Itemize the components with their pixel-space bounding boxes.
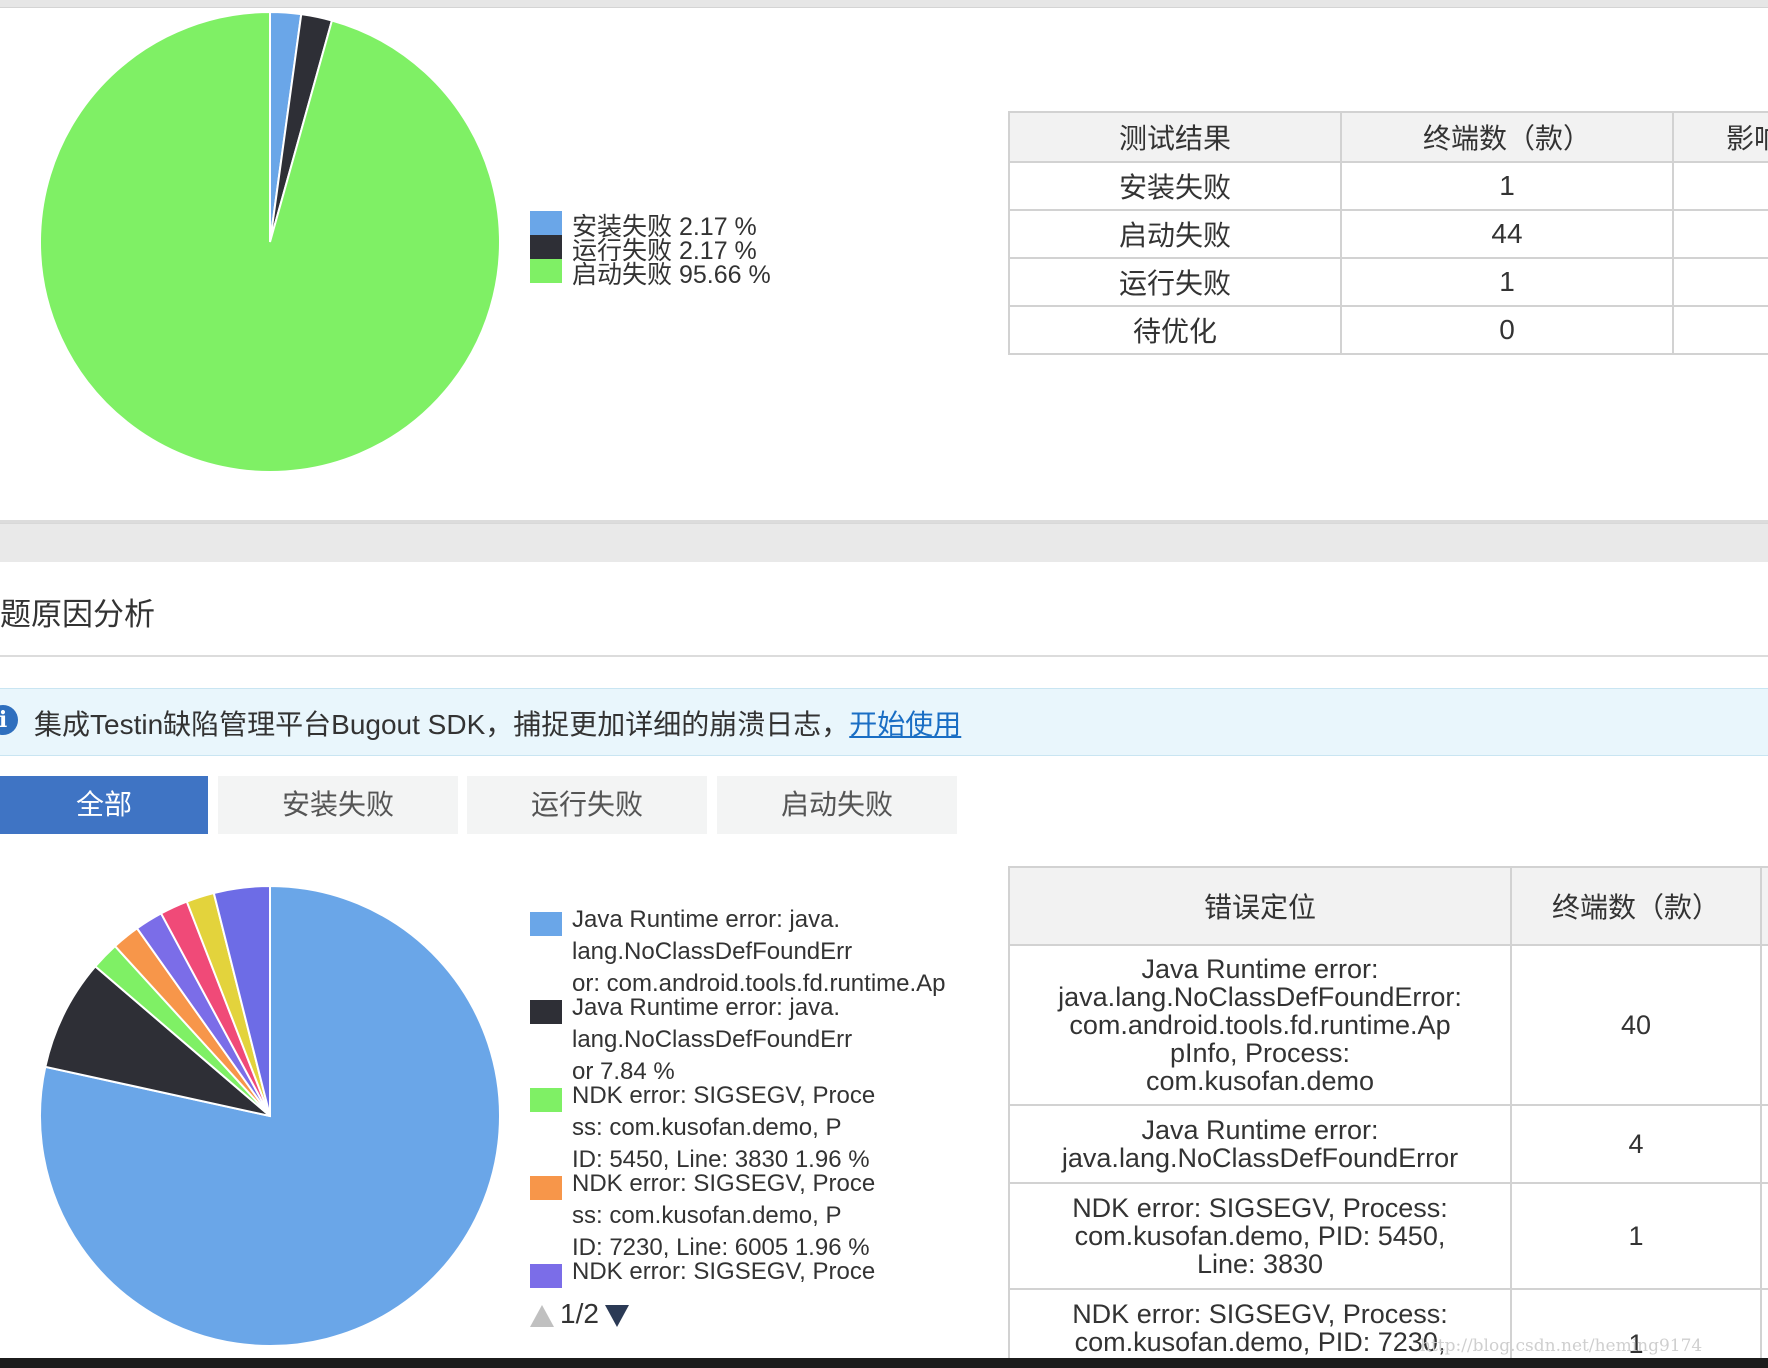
legend-swatch — [530, 1176, 562, 1200]
tab-all[interactable]: 全部 — [0, 776, 208, 834]
notice-bar: i 集成Testin缺陷管理平台Bugout SDK，捕捉更加详细的崩溃日志，开… — [0, 688, 1768, 756]
error-location-cell: Java Runtime error: java.lang.NoClassDefF… — [1008, 944, 1512, 1106]
tab-run-failed[interactable]: 运行失败 — [467, 776, 707, 834]
notice-message: 集成Testin缺陷管理平台Bugout SDK，捕捉更加详细的崩溃日志， — [34, 709, 850, 740]
legend-label-line[interactable]: NDK error: SIGSEGV, Proce — [572, 1080, 980, 1112]
error-count-link[interactable]: 40 — [1510, 944, 1762, 1106]
legend-swatch — [530, 1264, 562, 1288]
header-impact: 影响 — [1672, 111, 1768, 163]
start-using-link[interactable]: 开始使用 — [849, 709, 961, 740]
page-up-icon[interactable] — [530, 1304, 554, 1327]
legend-pager: 1/2 — [530, 1298, 629, 1330]
page-indicator: 1/2 — [560, 1298, 599, 1329]
error-location-line: NDK error: SIGSEGV, Process: — [1072, 1193, 1448, 1223]
error-location-cell: NDK error: SIGSEGV, Process: com.kusofan.… — [1008, 1182, 1512, 1290]
bottom-strip — [0, 1358, 1768, 1368]
error-location-line: pInfo, Process: — [1169, 1038, 1351, 1068]
legend-label-line[interactable]: Java Runtime error: java. — [572, 992, 980, 1024]
extra-cell — [1760, 1104, 1768, 1184]
count-link[interactable]: 0 — [1340, 305, 1674, 355]
result-cell: 运行失败 — [1008, 257, 1342, 307]
extra-cell — [1760, 944, 1768, 1106]
error-location-line: com.kusofan.demo — [1145, 1066, 1375, 1096]
title-divider — [0, 655, 1768, 657]
error-count-link[interactable]: 1 — [1510, 1182, 1762, 1290]
header-error-location: 错误定位 — [1008, 866, 1512, 946]
legend-label-line[interactable]: Java Runtime error: java. — [572, 904, 980, 936]
legend-swatch — [530, 259, 562, 283]
table-row: 待优化 0 — [1008, 305, 1768, 355]
error-location-cell: Java Runtime error: java.lang.NoClassDefF… — [1008, 1104, 1512, 1184]
count-link[interactable]: 44 — [1340, 209, 1674, 259]
result-cell: 启动失败 — [1008, 209, 1342, 259]
impact-cell — [1672, 257, 1768, 307]
summary-table-wrap: 测试结果 终端数（款） 影响 安装失败1启动失败44运行失败1待优化0 — [1008, 111, 1768, 363]
legend-label-line[interactable]: NDK error: SIGSEGV, Proce — [572, 1256, 980, 1288]
result-cell: 待优化 — [1008, 305, 1342, 355]
error-pie-chart — [39, 884, 501, 1347]
top-border — [0, 0, 1768, 8]
legend-swatch — [530, 235, 562, 259]
section-divider — [0, 523, 1768, 562]
count-link[interactable]: 1 — [1340, 257, 1674, 307]
legend-label[interactable]: 启动失败 95.66 % — [572, 255, 771, 291]
watermark: http://blog.csdn.net/heming9174 — [1420, 1336, 1703, 1356]
tab-launch-failed[interactable]: 启动失败 — [717, 776, 957, 834]
page-down-icon[interactable] — [604, 1304, 629, 1327]
legend-label-line[interactable]: ss: com.kusofan.demo, P — [572, 1112, 980, 1144]
table-row: 启动失败 44 — [1008, 209, 1768, 259]
summary-table: 测试结果 终端数（款） 影响 安装失败1启动失败44运行失败1待优化0 — [1008, 111, 1768, 355]
table-row: 运行失败 1 — [1008, 257, 1768, 307]
header-test-result: 测试结果 — [1008, 111, 1342, 163]
notice-text: 集成Testin缺陷管理平台Bugout SDK，捕捉更加详细的崩溃日志，开始使… — [34, 703, 961, 743]
table-row: Java Runtime error: java.lang.NoClassDefF… — [1008, 944, 1768, 1106]
legend-swatch — [530, 211, 562, 235]
error-table: 错误定位 终端数（款） Java Runtime error: java.lang… — [1008, 866, 1768, 1358]
legend-swatch — [530, 1088, 562, 1112]
legend-swatch — [530, 912, 562, 936]
header-extra — [1760, 866, 1768, 946]
result-cell: 安装失败 — [1008, 161, 1342, 211]
header-error-device-count: 终端数（款） — [1510, 866, 1762, 946]
impact-cell — [1672, 209, 1768, 259]
result-pie-slice-2[interactable] — [39, 10, 501, 473]
table-row: 安装失败 1 — [1008, 161, 1768, 211]
info-icon: i — [0, 705, 18, 735]
table-row: NDK error: SIGSEGV, Process: com.kusofan.… — [1008, 1182, 1768, 1290]
error-table-wrap: 错误定位 终端数（款） Java Runtime error: java.lang… — [1008, 866, 1768, 1358]
error-location-line: Java Runtime error: — [1141, 954, 1379, 984]
impact-cell — [1672, 305, 1768, 355]
error-location-line: Line: 3830 — [1196, 1249, 1324, 1279]
error-location-line: java.lang.NoClassDefFoundError — [1061, 1143, 1459, 1173]
extra-cell — [1760, 1182, 1768, 1290]
header-device-count: 终端数（款） — [1340, 111, 1674, 163]
tab-install-failed[interactable]: 安装失败 — [218, 776, 458, 834]
table-row: Java Runtime error: java.lang.NoClassDefF… — [1008, 1104, 1768, 1184]
count-link[interactable]: 1 — [1340, 161, 1674, 211]
section-title: 题原因分析 — [0, 597, 155, 632]
error-location-line: com.kusofan.demo, PID: 5450, — [1074, 1221, 1446, 1251]
extra-cell — [1760, 1288, 1768, 1358]
impact-cell — [1672, 161, 1768, 211]
legend-label-line[interactable]: ss: com.kusofan.demo, P — [572, 1200, 980, 1232]
error-location-line: com.android.tools.fd.runtime.Ap — [1069, 1010, 1451, 1040]
error-count-link[interactable]: 4 — [1510, 1104, 1762, 1184]
error-location-line: Java Runtime error: — [1141, 1115, 1379, 1145]
legend-label-line[interactable]: lang.NoClassDefFoundErr — [572, 936, 980, 968]
legend-label-line[interactable]: NDK error: SIGSEGV, Proce — [572, 1168, 980, 1200]
legend-swatch — [530, 1000, 562, 1024]
result-pie-chart — [39, 10, 501, 473]
error-location-line: NDK error: SIGSEGV, Process: — [1072, 1299, 1448, 1329]
legend-label-line[interactable]: lang.NoClassDefFoundErr — [572, 1024, 980, 1056]
error-location-line: java.lang.NoClassDefFoundError: — [1058, 982, 1462, 1012]
